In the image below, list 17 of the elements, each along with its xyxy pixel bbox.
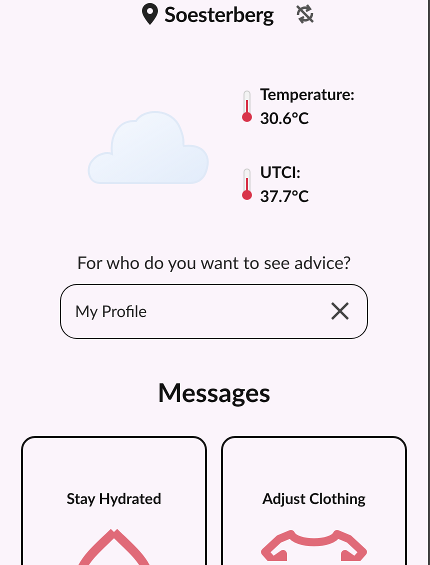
reading-label: UTCI: [260,162,302,184]
thermometer-icon [240,168,254,202]
clear-icon[interactable] [330,301,350,321]
profile-field[interactable]: My Profile [60,284,368,339]
message-card[interactable]: Stay Hydrated [21,436,207,565]
reading-label: Temperature: [260,84,354,106]
location-pin-icon [142,3,158,25]
card-title: Stay Hydrated [66,490,162,508]
location-name: Soesterberg [164,2,274,26]
reading-value: 30.6°C [260,108,310,130]
thermometer-icon [240,90,254,124]
shirt-icon [259,528,369,561]
messages-heading: Messages [156,375,272,409]
card-title: Adjust Clothing [262,490,366,508]
reading-value: 37.7°C [260,186,309,208]
advice-question: For who do you want to see advice? [76,252,352,273]
message-card[interactable]: Adjust Clothing [221,436,407,565]
